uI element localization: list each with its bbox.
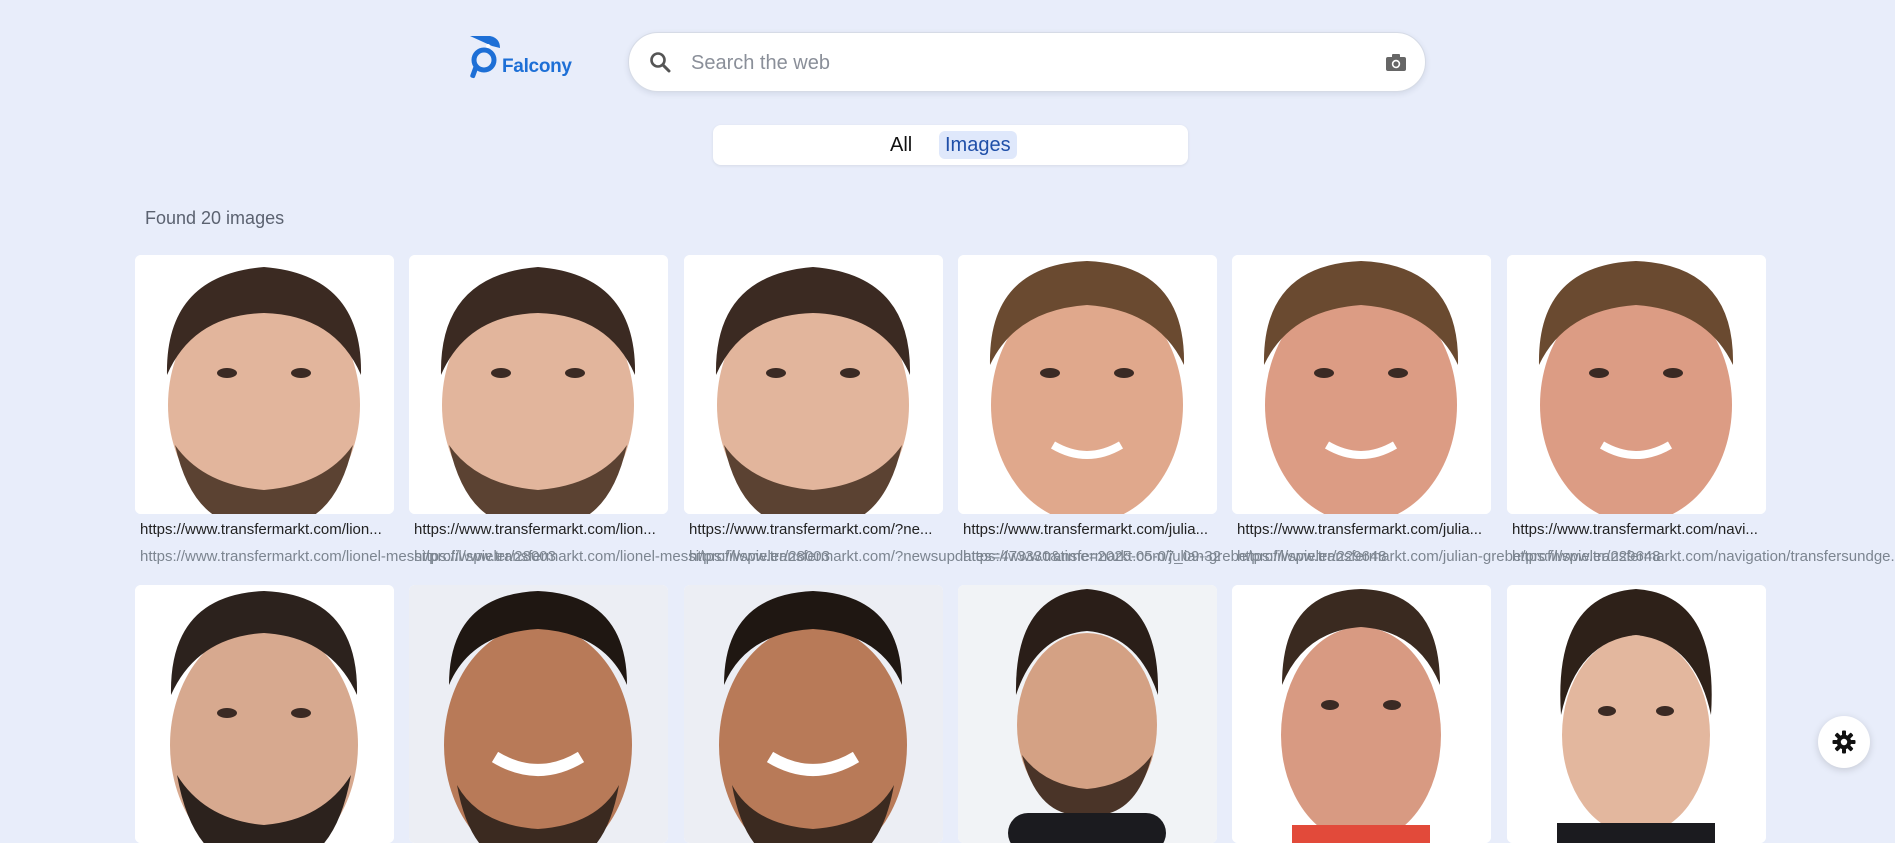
face-thumbnail xyxy=(409,255,668,514)
face-thumbnail xyxy=(409,585,668,843)
face-thumbnail xyxy=(135,585,394,843)
search-input[interactable] xyxy=(689,47,1353,79)
image-result-6[interactable] xyxy=(1507,255,1766,514)
face-thumbnail xyxy=(958,255,1217,514)
settings-button[interactable] xyxy=(1818,716,1870,768)
result-title[interactable]: https://www.transfermarkt.com/lion... xyxy=(414,521,656,538)
camera-icon[interactable] xyxy=(1385,53,1407,73)
face-thumbnail xyxy=(1507,255,1766,514)
image-result-3[interactable] xyxy=(684,255,943,514)
image-result-10[interactable] xyxy=(958,585,1217,843)
search-tabs: All Images xyxy=(713,125,1188,165)
result-title[interactable]: https://www.transfermarkt.com/navi... xyxy=(1512,521,1758,538)
image-result-2[interactable] xyxy=(409,255,668,514)
falcon-logo-icon xyxy=(470,36,500,79)
face-thumbnail xyxy=(1507,585,1766,843)
image-result-11[interactable] xyxy=(1232,585,1491,843)
search-icon[interactable] xyxy=(649,51,671,73)
face-thumbnail xyxy=(1232,255,1491,514)
gear-icon xyxy=(1832,730,1856,754)
image-result-1[interactable] xyxy=(135,255,394,514)
image-result-4[interactable] xyxy=(958,255,1217,514)
result-url[interactable]: https://www.transfermarkt.com/navigation… xyxy=(1512,548,1895,565)
face-thumbnail xyxy=(1232,585,1491,843)
search-bar[interactable] xyxy=(628,32,1426,92)
tab-images[interactable]: Images xyxy=(939,131,1017,159)
tab-all[interactable]: All xyxy=(884,131,918,159)
result-title[interactable]: https://www.transfermarkt.com/julia... xyxy=(1237,521,1482,538)
results-count: Found 20 images xyxy=(145,208,285,228)
face-thumbnail xyxy=(958,585,1217,843)
face-thumbnail xyxy=(684,585,943,843)
result-title[interactable]: https://www.transfermarkt.com/lion... xyxy=(140,521,382,538)
image-result-9[interactable] xyxy=(684,585,943,843)
image-result-12[interactable] xyxy=(1507,585,1766,843)
face-thumbnail xyxy=(684,255,943,514)
logo[interactable]: Falcony xyxy=(466,34,572,80)
result-title[interactable]: https://www.transfermarkt.com/julia... xyxy=(963,521,1208,538)
image-result-5[interactable] xyxy=(1232,255,1491,514)
face-thumbnail xyxy=(135,255,394,514)
image-result-8[interactable] xyxy=(409,585,668,843)
result-title[interactable]: https://www.transfermarkt.com/?ne... xyxy=(689,521,932,538)
image-result-7[interactable] xyxy=(135,585,394,843)
logo-text: Falcony xyxy=(502,56,572,77)
